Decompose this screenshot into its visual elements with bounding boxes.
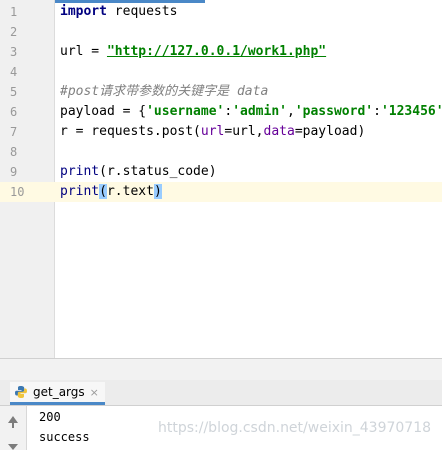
run-tab[interactable]: get_args × (10, 382, 105, 405)
line-number: 3 (10, 45, 18, 59)
run-tool-window-header: get_args × (0, 380, 442, 406)
colon: : (373, 104, 381, 119)
assignment: payload = { (60, 104, 147, 119)
code-editor[interactable]: 1 import requests 2 3 url = "http://127.… (0, 0, 442, 358)
kwarg-url: url (200, 124, 225, 139)
comma: , (287, 104, 295, 119)
builtin-print: print (60, 164, 100, 179)
code-text[interactable]: payload = {'username': 'admin','password'… (60, 102, 442, 122)
console-output-line: 200 (39, 410, 61, 424)
console-toolbar (0, 406, 27, 450)
current-code-line[interactable]: 10 print(r.text) (0, 182, 442, 202)
scroll-up-icon-stem (12, 422, 14, 428)
panel-divider[interactable] (0, 358, 442, 380)
call: r = requests.post( (60, 124, 201, 139)
matched-paren-open: ( (99, 184, 107, 199)
dict-value: '123456' (380, 104, 442, 119)
keyword-import: import (60, 4, 107, 19)
module-name: requests (106, 4, 178, 19)
line-number: 5 (10, 85, 18, 99)
code-line[interactable]: 1 import requests (0, 2, 442, 22)
kwarg-data: data (263, 124, 295, 139)
code-line[interactable]: 4 (0, 62, 442, 82)
dict-value: 'admin' (232, 104, 287, 119)
line-number: 6 (10, 105, 18, 119)
line-number: 7 (10, 125, 18, 139)
code-text[interactable]: print(r.status_code) (60, 162, 217, 182)
watermark: https://blog.csdn.net/weixin_43970718 (158, 420, 432, 436)
call-end: =payload) (294, 124, 366, 139)
call-mid: =url, (224, 124, 264, 139)
builtin-print: print (60, 184, 100, 199)
code-text[interactable]: import requests (60, 2, 177, 22)
line-number: 8 (10, 145, 18, 159)
code-text[interactable]: print(r.text) (60, 182, 162, 202)
close-icon[interactable]: × (90, 386, 99, 399)
code-line[interactable]: 6 payload = {'username': 'admin','passwor… (0, 102, 442, 122)
matched-paren-close: ) (153, 184, 162, 199)
code-line[interactable]: 5 #post请求带参数的关键字是 data (0, 82, 442, 102)
line-number: 4 (10, 65, 18, 79)
line-number: 1 (10, 5, 18, 19)
code-line[interactable]: 3 url = "http://127.0.0.1/work1.php" (0, 42, 442, 62)
code-line[interactable]: 2 (0, 22, 442, 42)
comment: #post请求带参数的关键字是 data (60, 84, 269, 99)
scroll-down-icon[interactable] (8, 444, 18, 450)
line-number: 10 (10, 185, 25, 199)
call-args: r.text (106, 184, 154, 199)
code-line[interactable]: 9 print(r.status_code) (0, 162, 442, 182)
code-text[interactable]: r = requests.post(url=url,data=payload) (60, 122, 365, 142)
call-args: (r.status_code) (99, 164, 217, 179)
console-output-line: success (39, 430, 90, 444)
assignment: url = (60, 44, 107, 59)
url-string[interactable]: "http://127.0.0.1/work1.php" (107, 44, 326, 59)
dict-key: 'password' (294, 104, 374, 119)
dict-key: 'username' (146, 104, 225, 119)
python-icon (15, 386, 27, 398)
line-number: 9 (10, 165, 18, 179)
code-line[interactable]: 8 (0, 142, 442, 162)
code-text[interactable]: url = "http://127.0.0.1/work1.php" (60, 42, 326, 62)
line-number: 2 (10, 25, 18, 39)
run-tab-label: get_args (33, 385, 85, 399)
code-line[interactable]: 7 r = requests.post(url=url,data=payload… (0, 122, 442, 142)
